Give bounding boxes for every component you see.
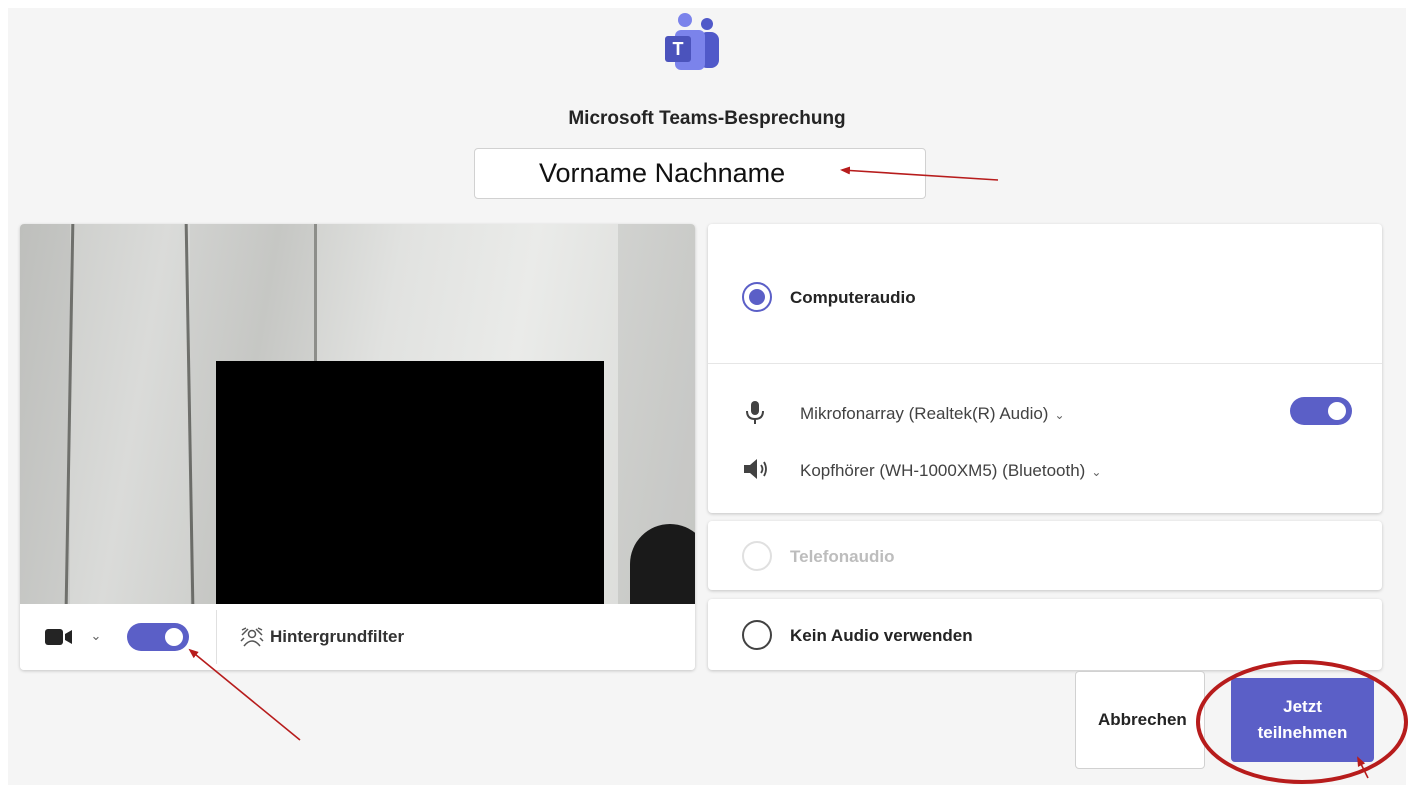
cancel-button[interactable]: Abbrechen bbox=[1075, 671, 1205, 769]
teams-logo-icon: T bbox=[665, 13, 719, 70]
computer-audio-label: Computeraudio bbox=[790, 288, 916, 307]
camera-options-chevron-icon[interactable]: ⌄ bbox=[86, 626, 106, 646]
microphone-select[interactable]: Mikrofonarray (Realtek(R) Audio) ⌄ bbox=[800, 404, 1065, 424]
phone-audio-radio[interactable] bbox=[742, 541, 772, 571]
speaker-label: Kopfhörer (WH-1000XM5) (Bluetooth) bbox=[800, 461, 1086, 480]
background-filter-button[interactable]: Hintergrundfilter bbox=[270, 627, 404, 647]
microphone-icon bbox=[746, 401, 764, 424]
computer-audio-card: Computeraudio Mikrofonarray (Realtek(R) … bbox=[708, 224, 1382, 513]
background-blur-icon[interactable] bbox=[240, 626, 264, 648]
join-now-button[interactable]: Jetzt teilnehmen bbox=[1231, 678, 1374, 762]
prejoin-screen: T Microsoft Teams-Besprechung ⌄ bbox=[8, 8, 1406, 785]
microphone-toggle[interactable] bbox=[1290, 397, 1352, 425]
divider bbox=[216, 610, 217, 664]
camera-toggle[interactable] bbox=[127, 623, 189, 651]
no-audio-option[interactable]: Kein Audio verwenden bbox=[708, 599, 1382, 670]
phone-audio-label: Telefonaudio bbox=[790, 547, 895, 566]
computer-audio-option[interactable]: Computeraudio bbox=[708, 224, 1382, 364]
chevron-down-icon: ⌄ bbox=[1091, 465, 1102, 479]
computer-audio-radio[interactable] bbox=[742, 282, 772, 312]
video-camera-icon[interactable] bbox=[44, 626, 74, 648]
toggle-knob bbox=[165, 628, 183, 646]
microphone-label: Mikrofonarray (Realtek(R) Audio) bbox=[800, 404, 1049, 423]
join-label-line2: teilnehmen bbox=[1257, 723, 1348, 742]
speaker-icon bbox=[744, 459, 767, 479]
video-controls-bar: ⌄ Hintergrundfilter bbox=[20, 604, 695, 670]
svg-text:T: T bbox=[673, 39, 684, 59]
coat bbox=[630, 524, 695, 604]
toggle-knob bbox=[1328, 402, 1346, 420]
chevron-down-icon: ⌄ bbox=[1054, 408, 1065, 422]
wall-edge bbox=[314, 224, 317, 384]
join-label-line1: Jetzt bbox=[1283, 697, 1322, 716]
no-audio-radio[interactable] bbox=[742, 620, 772, 650]
display-name-input[interactable] bbox=[474, 148, 926, 199]
wall-panel bbox=[20, 224, 70, 604]
video-preview-card: ⌄ Hintergrundfilter bbox=[20, 224, 695, 670]
redacted-area bbox=[216, 361, 604, 604]
speaker-select[interactable]: Kopfhörer (WH-1000XM5) (Bluetooth) ⌄ bbox=[800, 461, 1101, 481]
no-audio-label: Kein Audio verwenden bbox=[790, 626, 973, 645]
camera-preview bbox=[20, 224, 695, 604]
meeting-title: Microsoft Teams-Besprechung bbox=[568, 108, 846, 129]
phone-audio-option[interactable]: Telefonaudio bbox=[708, 521, 1382, 590]
